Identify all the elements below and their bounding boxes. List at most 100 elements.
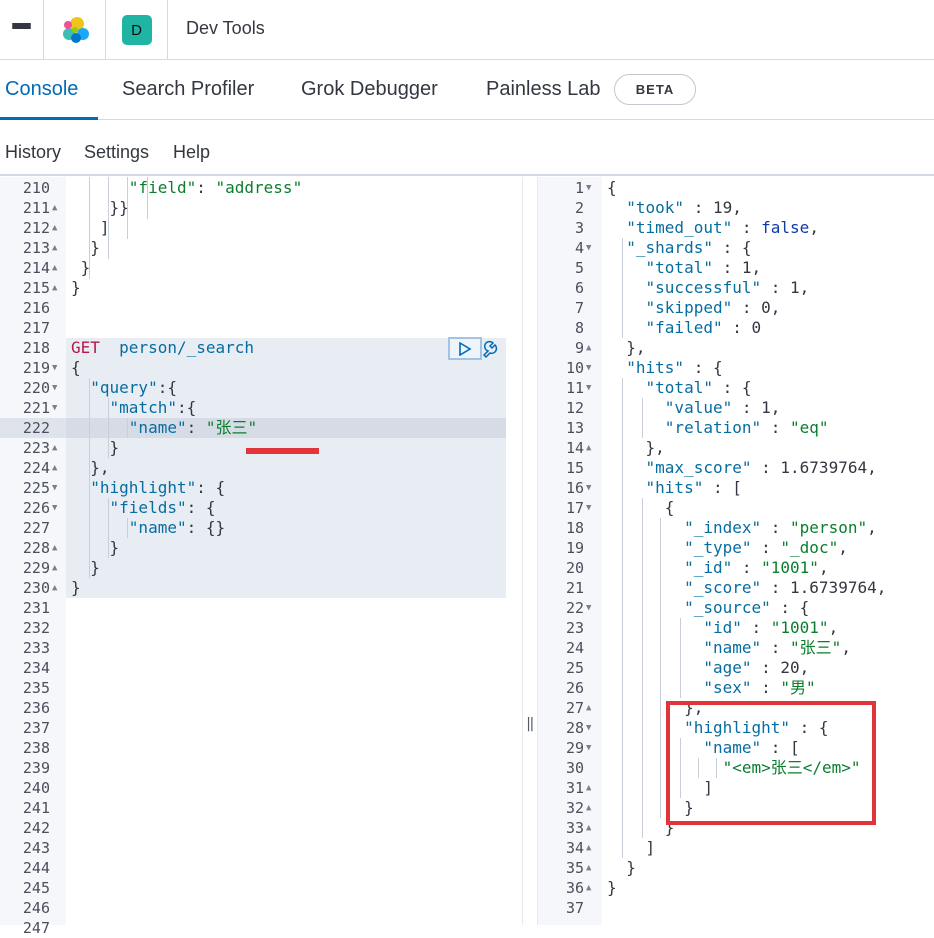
- fold-toggle-icon[interactable]: ▼: [586, 238, 591, 258]
- line-number: 37: [565, 899, 584, 917]
- code-text: "id" : "1001",: [703, 618, 839, 637]
- line-number: 35: [565, 859, 584, 877]
- line-number: 21: [565, 579, 584, 597]
- tab-grok-debugger[interactable]: Grok Debugger: [301, 78, 438, 101]
- response-line: 21 "_score" : 1.6739764,: [0, 578, 934, 598]
- code-text: },: [607, 338, 646, 357]
- top-bar: D Dev Tools: [0, 0, 934, 60]
- line-number: 19: [565, 539, 584, 557]
- tab-bar: Console Search Profiler Grok Debugger Pa…: [0, 60, 934, 120]
- help-link[interactable]: Help: [173, 142, 210, 163]
- fold-toggle-icon[interactable]: ▼: [586, 498, 591, 518]
- line-number: 36: [565, 879, 584, 897]
- response-line: 3 "timed_out" : false,: [0, 218, 934, 238]
- code-text: "total" : 1,: [645, 258, 762, 277]
- fold-toggle-icon[interactable]: ▲: [586, 878, 591, 898]
- line-number: 34: [565, 839, 584, 857]
- line-number: 28: [565, 719, 584, 737]
- tab-console[interactable]: Console: [5, 78, 78, 101]
- fold-toggle-icon[interactable]: ▲: [586, 818, 591, 838]
- fold-toggle-icon[interactable]: ▼: [586, 358, 591, 378]
- line-number: 22: [565, 599, 584, 617]
- code-text: "name" : "张三",: [703, 638, 851, 657]
- line-number: 14: [565, 439, 584, 457]
- line-number: 15: [565, 459, 584, 477]
- page-title: Dev Tools: [186, 18, 265, 38]
- line-number: 13: [565, 419, 584, 437]
- fold-toggle-icon[interactable]: ▼: [586, 478, 591, 498]
- response-line: 8 "failed" : 0: [0, 318, 934, 338]
- response-line: 10 ▼ "hits" : {: [0, 358, 934, 378]
- code-text: "hits" : [: [645, 478, 742, 497]
- menu-button[interactable]: [0, 0, 44, 60]
- tab-search-profiler[interactable]: Search Profiler: [122, 78, 254, 101]
- annotation-box: [666, 701, 876, 825]
- space-avatar: D: [121, 15, 152, 45]
- code-text: "hits" : {: [626, 358, 723, 377]
- line-number: 24: [565, 639, 584, 657]
- fold-toggle-icon[interactable]: ▲: [586, 338, 591, 358]
- fold-toggle-icon[interactable]: ▼: [586, 598, 591, 618]
- code-text: "total" : {: [645, 378, 752, 397]
- fold-toggle-icon[interactable]: ▼: [586, 718, 591, 738]
- line-number: 29: [565, 739, 584, 757]
- line-number: 247: [22, 919, 50, 937]
- fold-toggle-icon[interactable]: ▼: [586, 178, 591, 198]
- fold-toggle-icon[interactable]: ▼: [586, 378, 591, 398]
- line-number: 10: [565, 359, 584, 377]
- tab-painless-lab[interactable]: Painless Lab: [486, 78, 601, 101]
- code-text: "sex" : "男": [703, 678, 816, 697]
- response-line: 1 ▼ {: [0, 178, 934, 198]
- space-selector[interactable]: D: [106, 0, 168, 60]
- line-number: 7: [574, 299, 584, 317]
- fold-toggle-icon[interactable]: ▼: [586, 738, 591, 758]
- line-number: 6: [574, 279, 584, 297]
- response-line: 26 "sex" : "男": [0, 678, 934, 698]
- fold-toggle-icon[interactable]: ▲: [586, 838, 591, 858]
- response-line: 35 ▲ }: [0, 858, 934, 878]
- line-number: 31: [565, 779, 584, 797]
- line-number: 26: [565, 679, 584, 697]
- line-number: 3: [574, 219, 584, 237]
- code-text: "took" : 19,: [626, 198, 742, 217]
- code-text: "_index" : "person",: [684, 518, 877, 537]
- history-link[interactable]: History: [5, 142, 61, 163]
- beta-badge: BETA: [614, 74, 696, 105]
- fold-toggle-icon[interactable]: ▲: [586, 778, 591, 798]
- code-text: },: [607, 438, 665, 457]
- response-line: 11 ▼ "total" : {: [0, 378, 934, 398]
- line-number: 33: [565, 819, 584, 837]
- fold-toggle-icon[interactable]: ▲: [586, 698, 591, 718]
- fold-toggle-icon[interactable]: ▲: [586, 858, 591, 878]
- response-line: 24 "name" : "张三",: [0, 638, 934, 658]
- code-text: "_id" : "1001",: [684, 558, 829, 577]
- code-text: "relation" : "eq": [664, 418, 829, 437]
- elastic-logo-icon: [62, 17, 89, 43]
- elastic-logo[interactable]: [44, 0, 106, 60]
- response-line: 6 "successful" : 1,: [0, 278, 934, 298]
- response-line: 13 "relation" : "eq": [0, 418, 934, 438]
- hamburger-icon: [12, 22, 31, 38]
- code-text: }: [607, 858, 636, 877]
- response-line: 16 ▼ "hits" : [: [0, 478, 934, 498]
- line-number: 9: [574, 339, 584, 357]
- response-line: 34 ▲ ]: [0, 838, 934, 858]
- console-menu: History Settings Help: [0, 120, 934, 176]
- response-line: 17 ▼ {: [0, 498, 934, 518]
- line-number: 27: [565, 699, 584, 717]
- response-line: 15 "max_score" : 1.6739764,: [0, 458, 934, 478]
- code-text: "max_score" : 1.6739764,: [645, 458, 877, 477]
- code-text: {: [607, 498, 675, 517]
- line-number: 25: [565, 659, 584, 677]
- code-text: "successful" : 1,: [645, 278, 810, 297]
- response-line: 22 ▼ "_source" : {: [0, 598, 934, 618]
- fold-toggle-icon[interactable]: ▲: [586, 798, 591, 818]
- code-text: "value" : 1,: [664, 398, 781, 417]
- line-number: 1: [574, 179, 584, 197]
- settings-link[interactable]: Settings: [84, 142, 149, 163]
- line-number: 12: [565, 399, 584, 417]
- fold-toggle-icon[interactable]: ▲: [586, 438, 591, 458]
- response-line: 2 "took" : 19,: [0, 198, 934, 218]
- response-line: 4 ▼ "_shards" : {: [0, 238, 934, 258]
- code-text: "age" : 20,: [703, 658, 810, 677]
